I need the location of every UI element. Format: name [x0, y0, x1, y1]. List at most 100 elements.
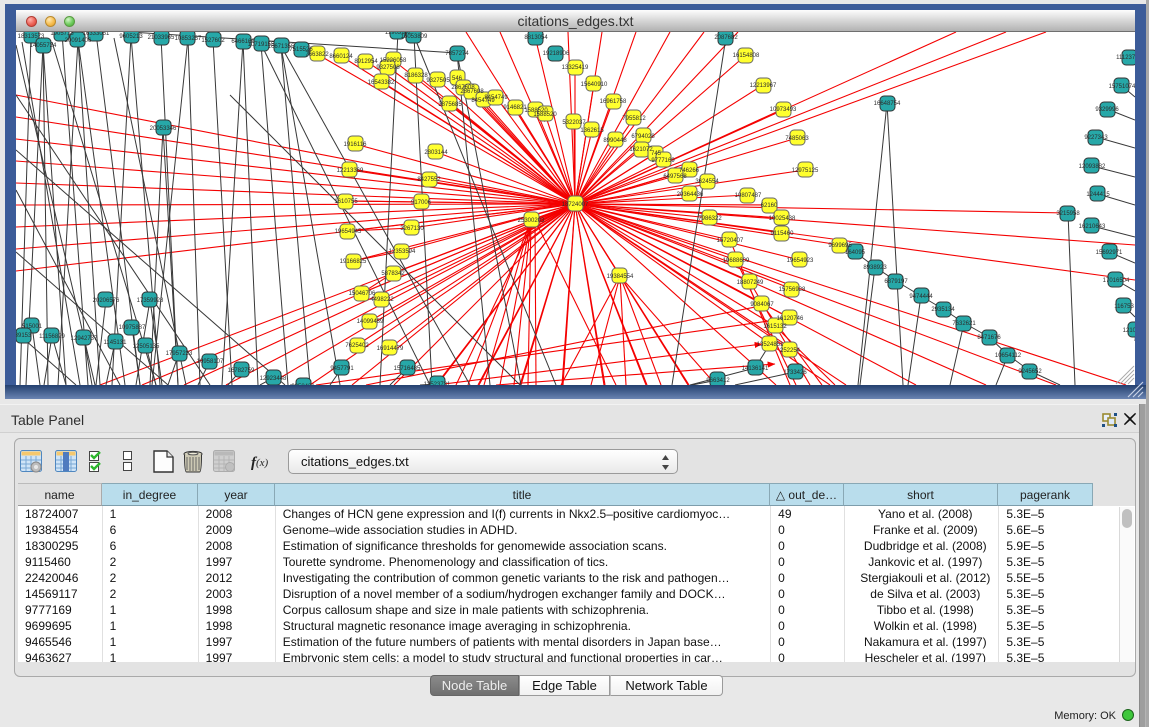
svg-text:(x): (x)	[256, 457, 269, 469]
svg-text:10853267: 10853267	[175, 36, 202, 42]
svg-text:20206576: 20206576	[93, 298, 120, 304]
svg-text:8938923: 8938923	[863, 265, 887, 271]
svg-text:1615132: 1615132	[763, 324, 787, 330]
svg-text:7625402: 7625402	[345, 343, 369, 349]
svg-text:9084067: 9084067	[750, 302, 774, 308]
svg-text:1527602: 1527602	[201, 38, 225, 44]
svg-text:20053346: 20053346	[150, 126, 177, 132]
svg-text:17359928: 17359928	[137, 298, 164, 304]
svg-text:14136141: 14136141	[742, 366, 769, 372]
svg-text:1588520: 1588520	[533, 112, 557, 118]
svg-text:18724007: 18724007	[562, 202, 589, 208]
svg-text:10654112: 10654112	[995, 353, 1022, 359]
svg-text:2803144: 2803144	[424, 150, 448, 156]
svg-text:17016504: 17016504	[1103, 278, 1130, 284]
svg-text:7632621: 7632621	[952, 321, 976, 327]
svg-text:1244415: 1244415	[1086, 192, 1110, 198]
svg-text:9327505: 9327505	[426, 78, 450, 84]
svg-text:5878342: 5878342	[381, 271, 405, 277]
svg-text:546: 546	[452, 76, 463, 82]
svg-text:9457791: 9457791	[330, 366, 354, 372]
svg-text:11123704: 11123704	[1116, 55, 1135, 61]
svg-text:16914479: 16914479	[377, 346, 404, 352]
svg-text:9115460: 9115460	[771, 231, 795, 237]
svg-text:917006: 917006	[411, 200, 432, 206]
svg-text:13523731: 13523731	[424, 382, 451, 385]
svg-text:6794028: 6794028	[631, 134, 655, 140]
svg-text:116753: 116753	[1114, 304, 1134, 310]
svg-text:9777169: 9777169	[651, 158, 675, 164]
svg-text:2867608: 2867608	[460, 89, 484, 95]
svg-text:9245652: 9245652	[1018, 369, 1042, 375]
svg-text:11156829: 11156829	[39, 334, 65, 340]
svg-text:19384554: 19384554	[607, 274, 634, 280]
svg-text:7955812: 7955812	[622, 116, 646, 122]
svg-text:12923448: 12923448	[260, 376, 287, 382]
svg-text:9474444: 9474444	[909, 294, 933, 300]
svg-text:3875685: 3875685	[438, 102, 462, 108]
svg-text:9358431: 9358431	[291, 384, 315, 385]
svg-text:12353594: 12353594	[389, 249, 416, 255]
svg-text:20364436: 20364436	[677, 192, 704, 198]
svg-text:10025438: 10025438	[769, 216, 796, 222]
svg-text:164095: 164095	[845, 250, 866, 256]
svg-text:1145131: 1145131	[104, 340, 128, 346]
svg-text:8471676: 8471676	[977, 335, 1001, 341]
svg-text:39153: 39153	[16, 333, 32, 339]
svg-text:12093882: 12093882	[1079, 164, 1106, 170]
svg-text:9663412: 9663412	[706, 378, 730, 384]
svg-text:8813054: 8813054	[524, 35, 548, 41]
svg-text:16961758: 16961758	[600, 99, 627, 105]
svg-text:19654923: 19654923	[787, 258, 814, 264]
svg-text:19654945: 19654945	[335, 229, 362, 235]
svg-text:9699695: 9699695	[828, 243, 852, 249]
svg-text:19218906: 19218906	[543, 51, 570, 57]
svg-text:1362615: 1362615	[580, 128, 604, 134]
svg-text:7986322: 7986322	[698, 216, 722, 222]
svg-text:10688609: 10688609	[723, 258, 750, 264]
svg-text:10807487: 10807487	[735, 193, 762, 199]
svg-text:2935134: 2935134	[931, 307, 955, 313]
svg-text:5322037: 5322037	[562, 120, 586, 126]
svg-text:14099489: 14099489	[357, 319, 384, 325]
svg-text:7857274: 7857274	[445, 51, 469, 57]
svg-text:8186328: 8186328	[404, 73, 428, 79]
svg-text:10975887: 10975887	[119, 325, 146, 331]
svg-text:15720407: 15720407	[717, 238, 744, 244]
svg-text:10973493: 10973493	[770, 107, 797, 113]
svg-text:16120746: 16120746	[777, 316, 804, 322]
svg-text:2087682: 2087682	[714, 35, 738, 41]
svg-text:16053809: 16053809	[401, 34, 428, 40]
svg-text:16782759: 16782759	[228, 368, 255, 374]
svg-text:14055724: 14055724	[30, 43, 57, 49]
svg-text:8427552: 8427552	[417, 177, 441, 183]
svg-text:18807249: 18807249	[737, 280, 764, 286]
svg-text:12505135: 12505135	[133, 344, 160, 350]
svg-text:9227343: 9227343	[1084, 135, 1108, 141]
svg-text:1610755: 1610755	[334, 199, 358, 205]
svg-text:8990448: 8990448	[603, 138, 627, 144]
svg-text:7485063: 7485063	[785, 136, 809, 142]
svg-text:19166825: 19166825	[340, 259, 367, 265]
svg-text:12213967: 12213967	[750, 83, 777, 89]
svg-text:16333051: 16333051	[83, 32, 110, 37]
svg-text:12213369: 12213369	[337, 168, 364, 174]
svg-text:4498222: 4498222	[370, 297, 394, 303]
svg-text:17957223: 17957223	[166, 351, 193, 357]
svg-text:3624554: 3624554	[695, 179, 719, 185]
svg-text:3215958: 3215958	[1056, 211, 1080, 217]
svg-text:16648754: 16648754	[874, 101, 901, 107]
svg-text:21033965: 21033965	[148, 35, 175, 41]
svg-text:15716485: 15716485	[394, 366, 421, 372]
svg-text:15692971: 15692971	[1096, 250, 1123, 256]
svg-text:7663822: 7663822	[305, 52, 329, 58]
svg-text:15756928: 15756928	[779, 287, 806, 293]
svg-text:15751074: 15751074	[1109, 84, 1135, 90]
svg-text:16210643: 16210643	[1079, 224, 1106, 230]
svg-text:6879197: 6879197	[884, 279, 908, 285]
svg-text:6497568: 6497568	[663, 174, 687, 180]
svg-text:9327508: 9327508	[376, 65, 400, 71]
svg-text:252254: 252254	[780, 348, 801, 354]
svg-text:15640910: 15640910	[581, 82, 608, 88]
svg-text:9329996: 9329996	[1095, 107, 1119, 113]
